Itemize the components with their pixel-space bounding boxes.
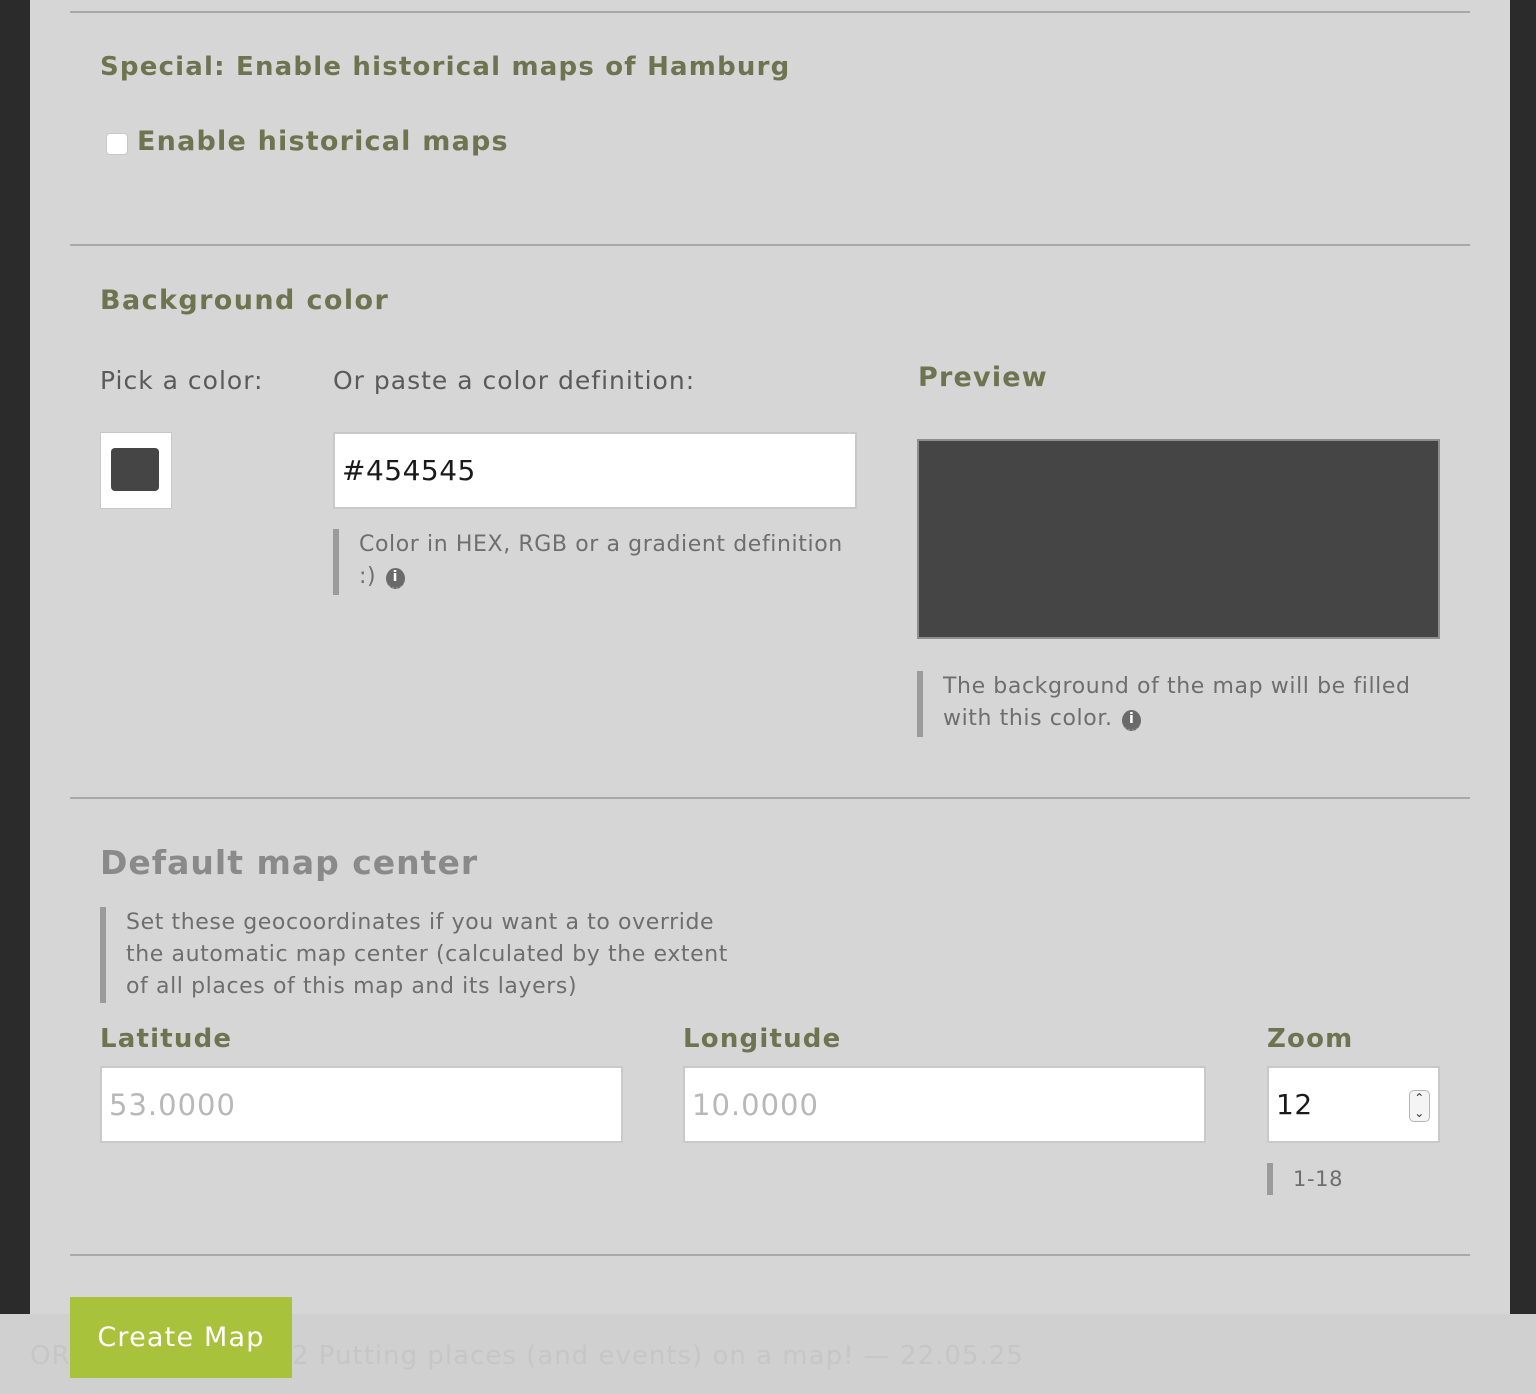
longitude-input[interactable]: 10.0000 [683,1066,1206,1143]
enable-historical-label[interactable]: Enable historical maps [137,126,509,157]
map-center-heading: Default map center [100,843,479,882]
background-color-heading: Background color [100,285,390,316]
zoom-label: Zoom [1267,1024,1354,1054]
preview-heading: Preview [918,362,1048,393]
settings-panel: Special: Enable historical maps of Hambu… [30,0,1510,1394]
divider [70,1254,1470,1256]
historical-maps-heading: Special: Enable historical maps of Hambu… [100,52,791,82]
map-center-description: Set these geocoordinates if you want a t… [100,907,750,1003]
divider [70,797,1470,799]
stepper-arrows-icon[interactable]: ⌃ ⌄ [1409,1090,1430,1122]
color-definition-input[interactable]: #454545 [333,432,857,509]
zoom-value: 12 [1276,1088,1313,1121]
chevron-up-icon[interactable]: ⌃ [1410,1091,1429,1106]
color-hint: Color in HEX, RGB or a gradient definiti… [333,529,857,595]
longitude-label: Longitude [683,1024,842,1054]
footer-left-text: OR [30,1341,71,1371]
divider [70,11,1470,13]
info-icon[interactable]: i [385,568,405,589]
pick-color-label: Pick a color: [100,366,264,395]
info-icon[interactable]: i [1122,710,1142,731]
divider [70,244,1470,246]
preview-hint: The background of the map will be filled… [917,671,1440,737]
color-picker[interactable] [100,432,172,509]
color-preview-box [917,439,1440,639]
color-hint-text: Color in HEX, RGB or a gradient definiti… [359,532,843,589]
latitude-input[interactable]: 53.0000 [100,1066,623,1143]
zoom-input[interactable]: 12 ⌃ ⌄ [1267,1066,1440,1143]
chevron-down-icon[interactable]: ⌄ [1410,1106,1429,1121]
enable-historical-checkbox[interactable] [106,133,128,155]
latitude-label: Latitude [100,1024,233,1054]
zoom-hint: 1-18 [1267,1163,1440,1195]
preview-hint-text: The background of the map will be filled… [943,674,1411,731]
footer-right-text: 2 Putting places (and events) on a map! … [292,1341,1024,1371]
create-map-button[interactable]: Create Map [70,1297,292,1378]
color-swatch [111,448,159,491]
paste-color-label: Or paste a color definition: [333,366,696,395]
